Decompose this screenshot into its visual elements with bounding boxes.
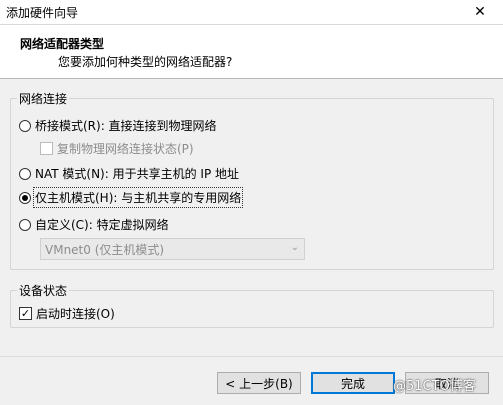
vmnet-select: VMnet0 (仅主机模式) ⌄	[40, 238, 305, 260]
wizard-header: 网络适配器类型 您要添加何种类型的网络适配器?	[0, 25, 503, 79]
watermark-text: @51CTO博客	[393, 379, 476, 394]
close-icon[interactable]: ✕	[457, 0, 503, 24]
replicate-checkbox	[40, 142, 53, 155]
hostonly-label[interactable]: 仅主机模式(H): 与主机共享的专用网络	[32, 187, 244, 208]
nat-option[interactable]: NAT 模式(N): 用于共享主机的 IP 地址	[19, 165, 239, 182]
page-title: 网络适配器类型	[20, 37, 105, 51]
hostonly-option[interactable]: 仅主机模式(H): 与主机共享的专用网络	[19, 187, 244, 208]
vmnet-select-value: VMnet0 (仅主机模式)	[45, 242, 165, 257]
nat-radio[interactable]	[19, 167, 31, 180]
bridged-label[interactable]: 桥接模式(R): 直接连接到物理网络	[35, 117, 217, 134]
connect-on-start-label[interactable]: 启动时连接(O)	[36, 305, 115, 322]
network-connection-legend: 网络连接	[19, 92, 68, 106]
device-status-legend: 设备状态	[19, 284, 68, 298]
chevron-down-icon: ⌄	[290, 242, 299, 253]
replicate-option: 复制物理网络连接状态(P)	[40, 140, 194, 157]
footer-divider	[0, 356, 503, 357]
connect-on-start-option[interactable]: ✓ 启动时连接(O)	[19, 305, 115, 322]
page-subtitle: 您要添加何种类型的网络适配器?	[58, 55, 233, 69]
back-button[interactable]: < 上一步(B)	[217, 372, 301, 394]
bridged-option[interactable]: 桥接模式(R): 直接连接到物理网络	[19, 117, 217, 134]
hostonly-radio[interactable]	[19, 191, 31, 204]
custom-radio[interactable]	[19, 218, 31, 231]
nat-label[interactable]: NAT 模式(N): 用于共享主机的 IP 地址	[35, 165, 239, 182]
replicate-label: 复制物理网络连接状态(P)	[57, 142, 194, 156]
finish-button[interactable]: 完成	[311, 372, 395, 394]
window-title: 添加硬件向导	[6, 6, 79, 20]
title-bar: 添加硬件向导 ✕	[0, 0, 503, 25]
custom-label[interactable]: 自定义(C): 特定虚拟网络	[35, 216, 169, 233]
custom-option[interactable]: 自定义(C): 特定虚拟网络	[19, 216, 169, 233]
connect-on-start-checkbox[interactable]: ✓	[19, 307, 32, 320]
bridged-radio[interactable]	[19, 119, 31, 132]
